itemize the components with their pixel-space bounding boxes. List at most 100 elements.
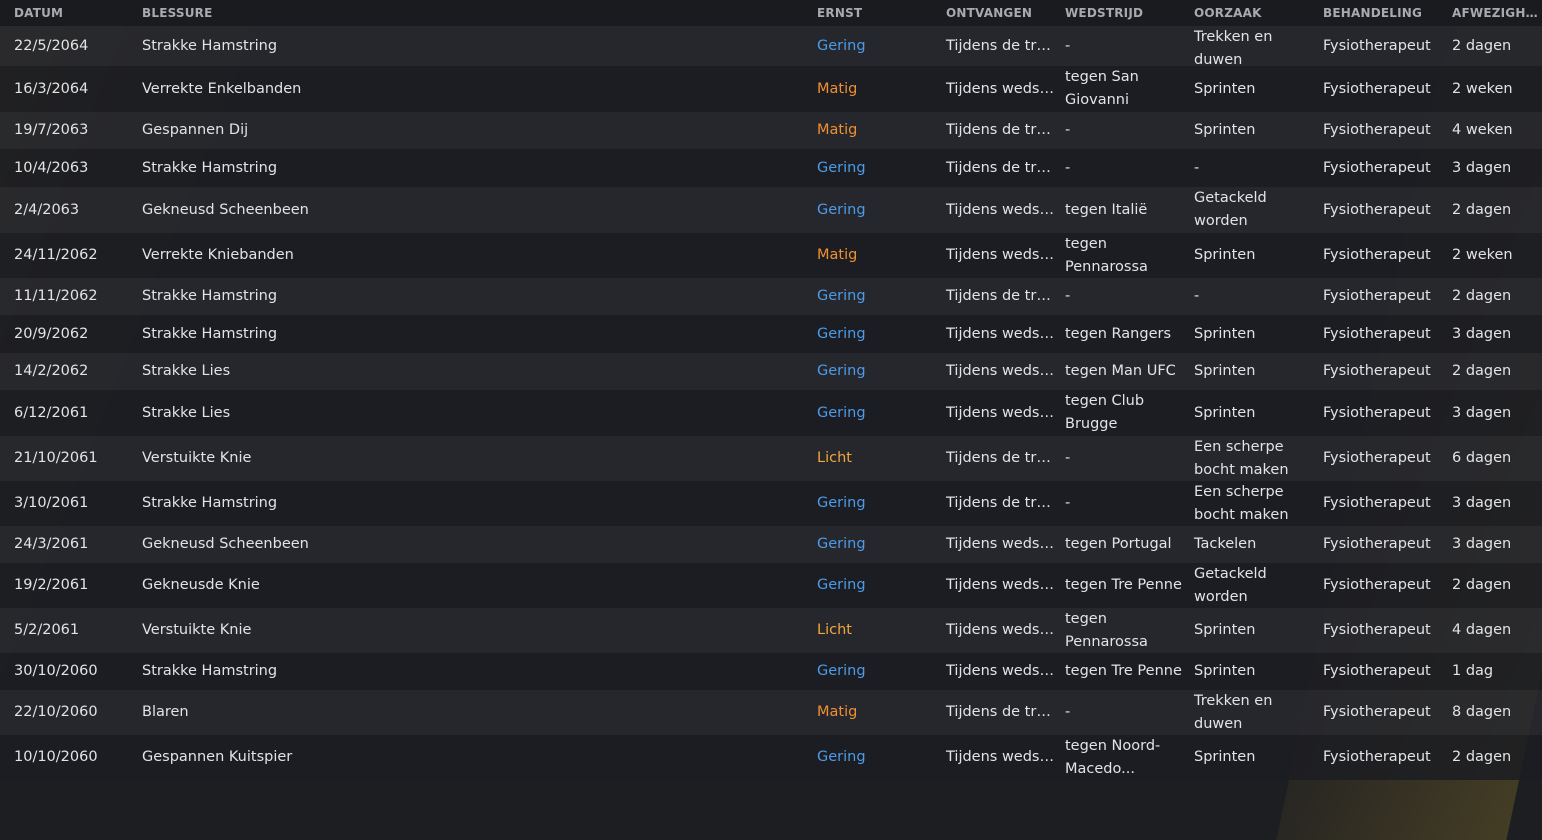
table-row[interactable]: 30/10/2060 Strakke Hamstring Gering Tijdens…: [0, 653, 1542, 690]
cell-afwezigheid: 2 dagen: [1452, 363, 1512, 379]
cell-datum: 16/3/2064: [14, 80, 89, 97]
cell-oorzaak: Tackelen: [1194, 536, 1257, 552]
cell-ernst: Matig: [817, 122, 858, 138]
table-row[interactable]: 14/2/2062 Strakke Lies Gering Tijdens wedst…: [0, 353, 1542, 390]
table-row[interactable]: 2/4/2063 Gekneusd Scheenbeen Gering Tijdens…: [0, 187, 1542, 233]
cell-ontvangen: Tijdens de train...: [946, 495, 1061, 511]
cell-afwezigheid: 6 dagen: [1452, 450, 1512, 466]
cell-wedstrijd: tegen Noord-Macedo...: [1065, 738, 1161, 777]
cell-datum: 2/4/2063: [14, 201, 80, 218]
cell-wedstrijd: -: [1065, 450, 1071, 466]
table-row[interactable]: 20/9/2062 Strakke Hamstring Gering Tijdens …: [0, 315, 1542, 353]
cell-datum: 19/2/2061: [14, 577, 89, 593]
cell-wedstrijd: tegen Man UFC: [1065, 363, 1176, 379]
cell-ontvangen: Tijdens wedstrijd: [946, 247, 1061, 263]
cell-oorzaak: Sprinten: [1194, 80, 1256, 97]
table-row[interactable]: 22/10/2060 Blaren Matig Tijdens de train...…: [0, 690, 1542, 735]
column-header-datum[interactable]: DATUM: [0, 0, 128, 26]
cell-ontvangen: Tijdens de train...: [946, 704, 1061, 720]
cell-oorzaak: Sprinten: [1194, 247, 1256, 263]
column-header-ontvangen[interactable]: ONTVANGEN: [932, 0, 1061, 26]
column-header-behandeling[interactable]: BEHANDELING: [1319, 0, 1448, 26]
cell-ontvangen: Tijdens de train...: [946, 122, 1061, 138]
table-row[interactable]: 11/11/2062 Strakke Hamstring Gering Tijdens…: [0, 278, 1542, 315]
table-row[interactable]: 10/10/2060 Gespannen Kuitspier Gering Tijde…: [0, 735, 1542, 780]
table-row[interactable]: 16/3/2064 Verrekte Enkelbanden Matig Tijden…: [0, 66, 1542, 112]
cell-blessure: Gespannen Kuitspier: [142, 749, 293, 765]
cell-ernst: Gering: [817, 363, 866, 379]
cell-behandeling: Fysiotherapeut: [1323, 404, 1431, 421]
column-header-afwezigheid[interactable]: AFWEZIGHEID: [1448, 0, 1542, 26]
cell-afwezigheid: 2 weken: [1452, 247, 1513, 263]
cell-behandeling: Fysiotherapeut: [1323, 247, 1431, 263]
cell-datum: 6/12/2061: [14, 404, 89, 421]
cell-wedstrijd: -: [1065, 704, 1071, 720]
cell-datum: 24/3/2061: [14, 536, 89, 552]
cell-wedstrijd: tegen Tre Penne: [1065, 663, 1182, 679]
cell-behandeling: Fysiotherapeut: [1323, 363, 1431, 379]
column-header-ernst[interactable]: ERNST: [803, 0, 932, 26]
cell-datum: 10/4/2063: [14, 159, 89, 176]
cell-wedstrijd: -: [1065, 159, 1071, 176]
cell-wedstrijd: -: [1065, 122, 1071, 138]
injury-history-table: DATUM BLESSURE ERNST ONTVANGEN WEDSTRIJD…: [0, 0, 1542, 780]
table-row[interactable]: 10/4/2063 Strakke Hamstring Gering Tijdens …: [0, 149, 1542, 187]
cell-wedstrijd: tegen Tre Penne: [1065, 577, 1182, 593]
cell-blessure: Verstuikte Knie: [142, 622, 252, 638]
cell-oorzaak: -: [1194, 288, 1200, 304]
table-row[interactable]: 6/12/2061 Strakke Lies Gering Tijdens wedst…: [0, 390, 1542, 436]
cell-behandeling: Fysiotherapeut: [1323, 577, 1431, 593]
table-row[interactable]: 21/10/2061 Verstuikte Knie Licht Tijdens de…: [0, 436, 1542, 481]
table-row[interactable]: 19/7/2063 Gespannen Dij Matig Tijdens de tr…: [0, 112, 1542, 149]
cell-oorzaak: Een scherpe bocht maken: [1194, 439, 1289, 478]
cell-ernst: Gering: [817, 288, 866, 304]
cell-oorzaak: Sprinten: [1194, 663, 1256, 679]
column-header-blessure[interactable]: BLESSURE: [128, 0, 803, 26]
cell-blessure: Gespannen Dij: [142, 122, 249, 138]
cell-behandeling: Fysiotherapeut: [1323, 122, 1431, 138]
cell-behandeling: Fysiotherapeut: [1323, 80, 1431, 97]
cell-afwezigheid: 3 dagen: [1452, 325, 1512, 342]
cell-wedstrijd: tegen Pennarossa: [1065, 611, 1148, 650]
cell-ontvangen: Tijdens wedstrijd: [946, 749, 1061, 765]
cell-datum: 11/11/2062: [14, 288, 98, 304]
column-header-oorzaak[interactable]: OORZAAK: [1190, 0, 1319, 26]
cell-ontvangen: Tijdens wedstrijd: [946, 536, 1061, 552]
cell-datum: 22/5/2064: [14, 37, 89, 54]
column-header-wedstrijd[interactable]: WEDSTRIJD: [1061, 0, 1190, 26]
cell-datum: 5/2/2061: [14, 622, 80, 638]
cell-ernst: Gering: [817, 536, 866, 552]
cell-afwezigheid: 2 dagen: [1452, 37, 1512, 54]
cell-ontvangen: Tijdens wedstrijd: [946, 577, 1061, 593]
cell-ernst: Gering: [817, 201, 866, 218]
cell-blessure: Strakke Lies: [142, 363, 231, 379]
cell-blessure: Strakke Hamstring: [142, 663, 278, 679]
cell-behandeling: Fysiotherapeut: [1323, 450, 1431, 466]
cell-behandeling: Fysiotherapeut: [1323, 37, 1431, 54]
cell-datum: 19/7/2063: [14, 122, 89, 138]
cell-wedstrijd: tegen Rangers: [1065, 325, 1172, 342]
cell-ontvangen: Tijdens de train...: [946, 159, 1061, 176]
cell-blessure: Strakke Hamstring: [142, 325, 278, 342]
cell-behandeling: Fysiotherapeut: [1323, 536, 1431, 552]
cell-ontvangen: Tijdens wedstrijd: [946, 201, 1061, 218]
cell-datum: 21/10/2061: [14, 450, 98, 466]
table-row[interactable]: 5/2/2061 Verstuikte Knie Licht Tijdens weds…: [0, 608, 1542, 653]
table-row[interactable]: 19/2/2061 Gekneusde Knie Gering Tijdens wed…: [0, 563, 1542, 608]
cell-afwezigheid: 2 weken: [1452, 80, 1513, 97]
cell-blessure: Blaren: [142, 704, 189, 720]
cell-behandeling: Fysiotherapeut: [1323, 749, 1431, 765]
table-row[interactable]: 22/5/2064 Strakke Hamstring Gering Tijdens …: [0, 26, 1542, 66]
cell-datum: 24/11/2062: [14, 247, 98, 263]
table-row[interactable]: 24/11/2062 Verrekte Kniebanden Matig Tijden…: [0, 233, 1542, 278]
cell-oorzaak: Trekken en duwen: [1194, 29, 1273, 66]
cell-oorzaak: -: [1194, 159, 1200, 176]
table-row[interactable]: 24/3/2061 Gekneusd Scheenbeen Gering Tijden…: [0, 526, 1542, 563]
table-row[interactable]: 3/10/2061 Strakke Hamstring Gering Tijdens …: [0, 481, 1542, 526]
cell-afwezigheid: 3 dagen: [1452, 495, 1512, 511]
cell-oorzaak: Sprinten: [1194, 622, 1256, 638]
cell-behandeling: Fysiotherapeut: [1323, 288, 1431, 304]
table-body: 22/5/2064 Strakke Hamstring Gering Tijdens …: [0, 26, 1542, 780]
cell-oorzaak: Getackeld worden: [1194, 190, 1267, 229]
cell-blessure: Strakke Hamstring: [142, 159, 278, 176]
